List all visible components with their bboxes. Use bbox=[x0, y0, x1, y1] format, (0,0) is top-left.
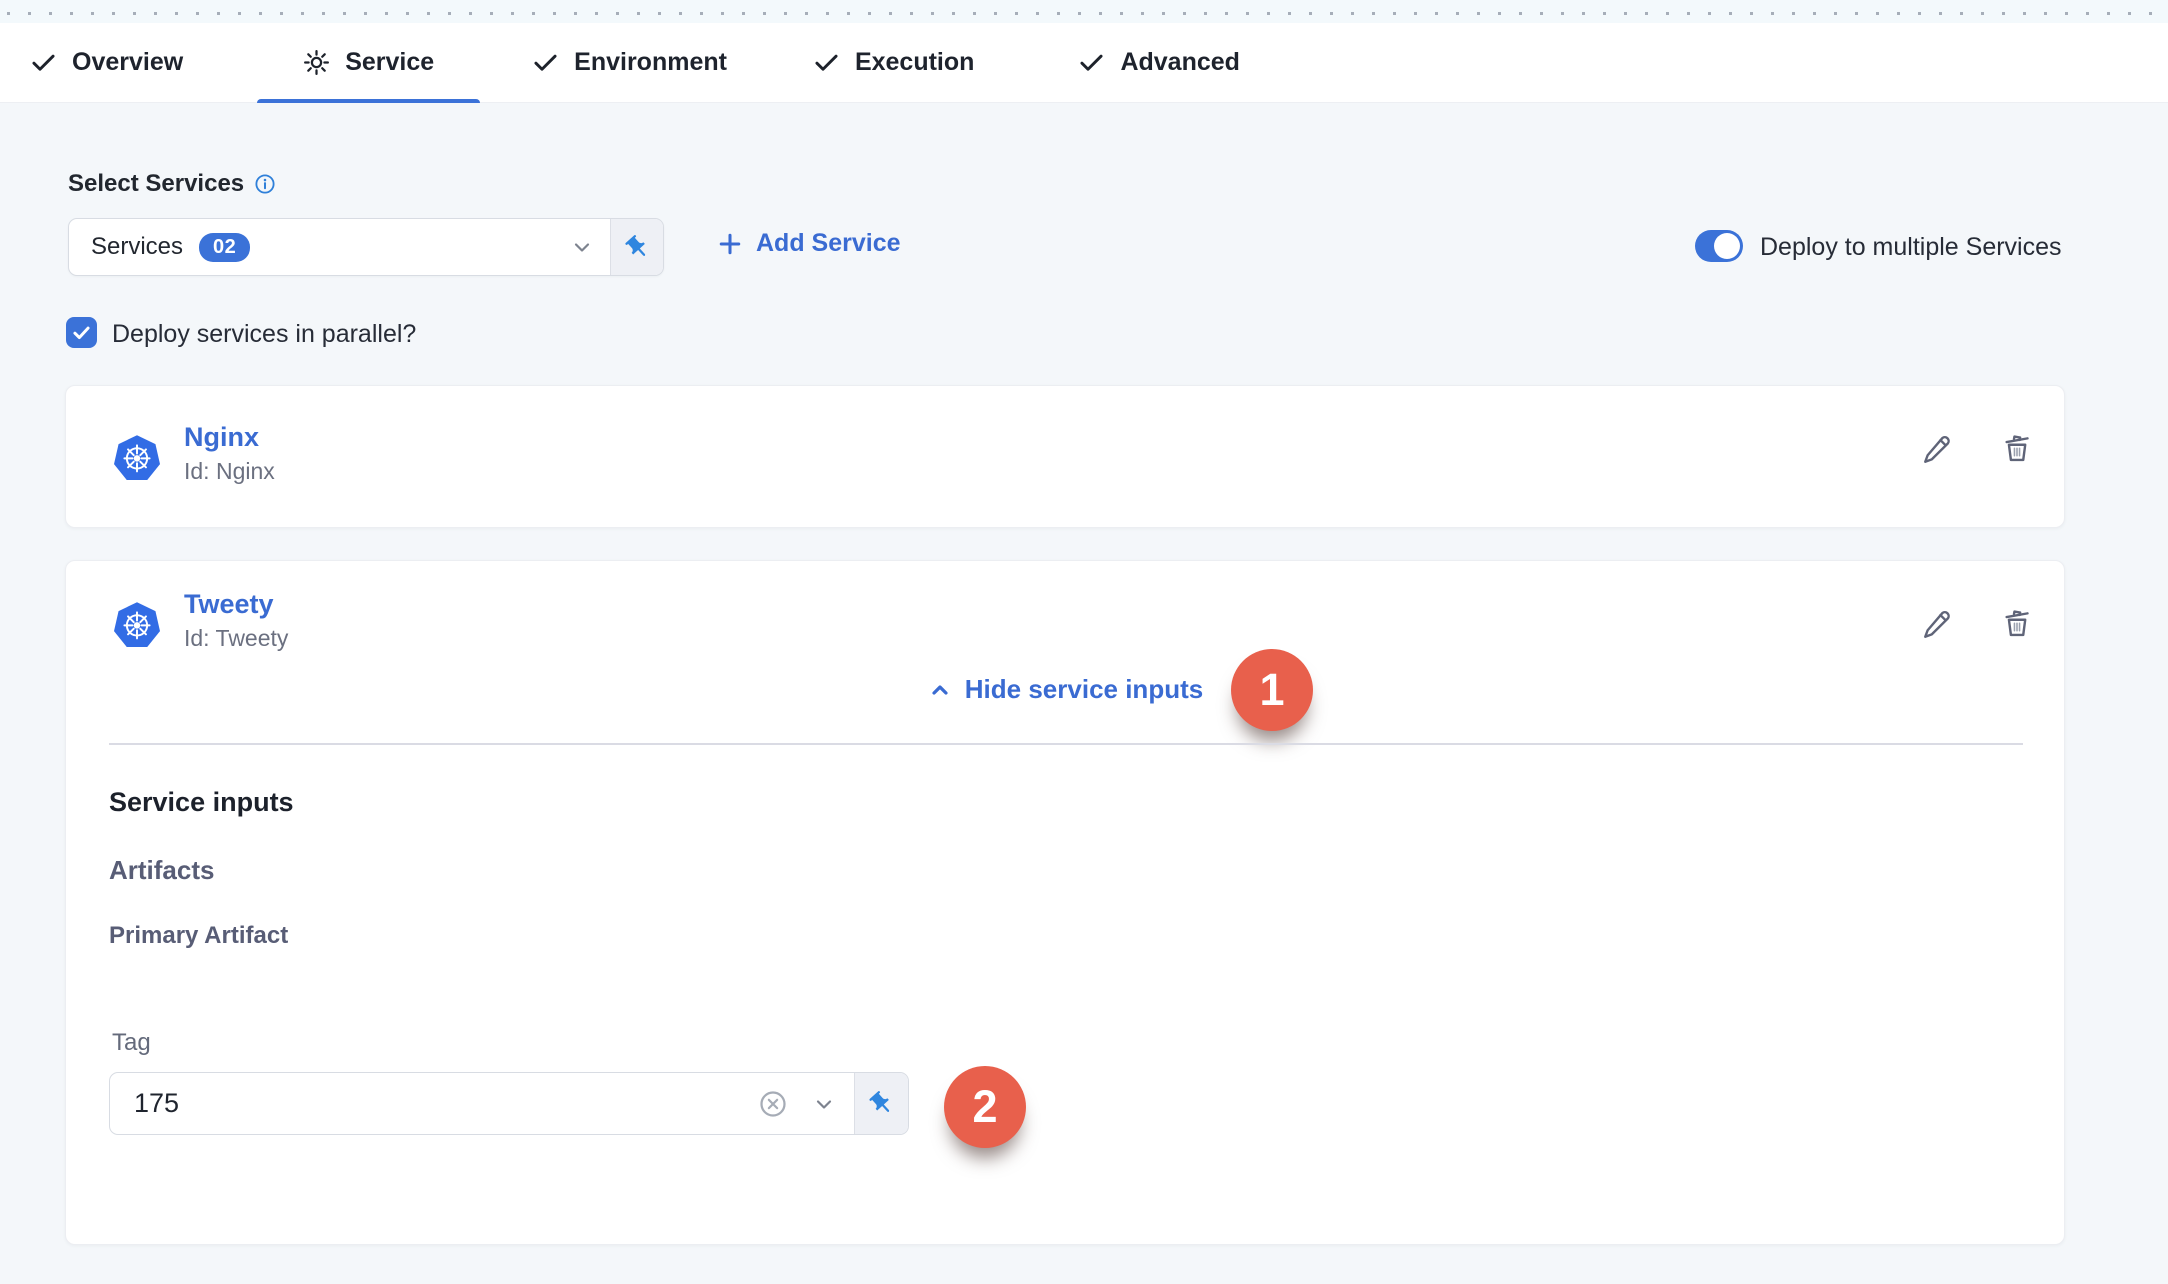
gear-icon bbox=[303, 49, 330, 76]
deploy-multiple-label: Deploy to multiple Services bbox=[1760, 233, 2062, 262]
service-card-tweety: Tweety Id: Tweety Hide service inputs 1 … bbox=[65, 560, 2065, 1245]
service-name-link[interactable]: Tweety bbox=[184, 589, 274, 620]
services-dropdown-value: Services bbox=[69, 233, 183, 261]
tag-input-control bbox=[109, 1072, 909, 1135]
service-id: Id: Tweety bbox=[184, 625, 288, 652]
check-icon bbox=[813, 49, 840, 76]
pin-runtime-input-button[interactable] bbox=[854, 1073, 908, 1134]
add-service-button[interactable]: Add Service bbox=[716, 229, 901, 258]
tab-label: Execution bbox=[855, 48, 974, 77]
service-id: Id: Nginx bbox=[184, 458, 275, 485]
chevron-up-icon bbox=[927, 677, 953, 703]
tab-label: Environment bbox=[574, 48, 727, 77]
tab-execution[interactable]: Execution bbox=[813, 23, 974, 102]
service-card-nginx: Nginx Id: Nginx bbox=[65, 385, 2065, 528]
deploy-multiple-toggle[interactable] bbox=[1695, 230, 1743, 262]
select-services-label: Select Services bbox=[68, 170, 276, 198]
info-icon[interactable] bbox=[254, 173, 276, 195]
tab-service[interactable]: Service bbox=[303, 23, 434, 102]
annotation-badge-1: 1 bbox=[1231, 649, 1313, 731]
check-icon bbox=[1078, 49, 1105, 76]
tag-label: Tag bbox=[112, 1029, 151, 1057]
tab-overview[interactable]: Overview bbox=[30, 23, 183, 102]
tab-advanced[interactable]: Advanced bbox=[1078, 23, 1239, 102]
delete-icon[interactable] bbox=[2000, 607, 2034, 641]
service-inputs-heading: Service inputs bbox=[109, 787, 294, 818]
tab-label: Advanced bbox=[1120, 48, 1239, 77]
stage-tabbar: Overview Service Environment Execution A… bbox=[0, 23, 2168, 103]
kubernetes-icon bbox=[111, 432, 163, 484]
services-dropdown[interactable]: Services 02 bbox=[68, 218, 664, 276]
pin-runtime-input-button[interactable] bbox=[610, 219, 663, 275]
kubernetes-icon bbox=[111, 599, 163, 651]
edit-icon[interactable] bbox=[1921, 432, 1955, 466]
chevron-down-icon[interactable] bbox=[570, 235, 594, 259]
tag-input[interactable] bbox=[110, 1088, 758, 1119]
check-icon bbox=[532, 49, 559, 76]
clear-icon[interactable] bbox=[758, 1089, 788, 1119]
chevron-down-icon[interactable] bbox=[812, 1092, 836, 1116]
edit-icon[interactable] bbox=[1921, 607, 1955, 641]
delete-icon[interactable] bbox=[2000, 432, 2034, 466]
service-config-page: Overview Service Environment Execution A… bbox=[0, 0, 2168, 1284]
check-icon bbox=[30, 49, 57, 76]
tab-label: Service bbox=[345, 48, 434, 77]
annotation-badge-2: 2 bbox=[944, 1066, 1026, 1148]
artifacts-heading: Artifacts bbox=[109, 855, 214, 886]
deploy-parallel-checkbox[interactable] bbox=[66, 317, 97, 348]
primary-artifact-heading: Primary Artifact bbox=[109, 922, 288, 950]
hide-service-inputs-link[interactable]: Hide service inputs bbox=[66, 674, 2064, 705]
plus-icon bbox=[716, 230, 744, 258]
service-name-link[interactable]: Nginx bbox=[184, 422, 259, 453]
divider bbox=[109, 743, 2023, 745]
deploy-parallel-label: Deploy services in parallel? bbox=[112, 320, 416, 349]
tab-label: Overview bbox=[72, 48, 183, 77]
tab-environment[interactable]: Environment bbox=[532, 23, 727, 102]
services-count-badge: 02 bbox=[199, 233, 250, 262]
pipeline-canvas-strip bbox=[0, 0, 2168, 23]
